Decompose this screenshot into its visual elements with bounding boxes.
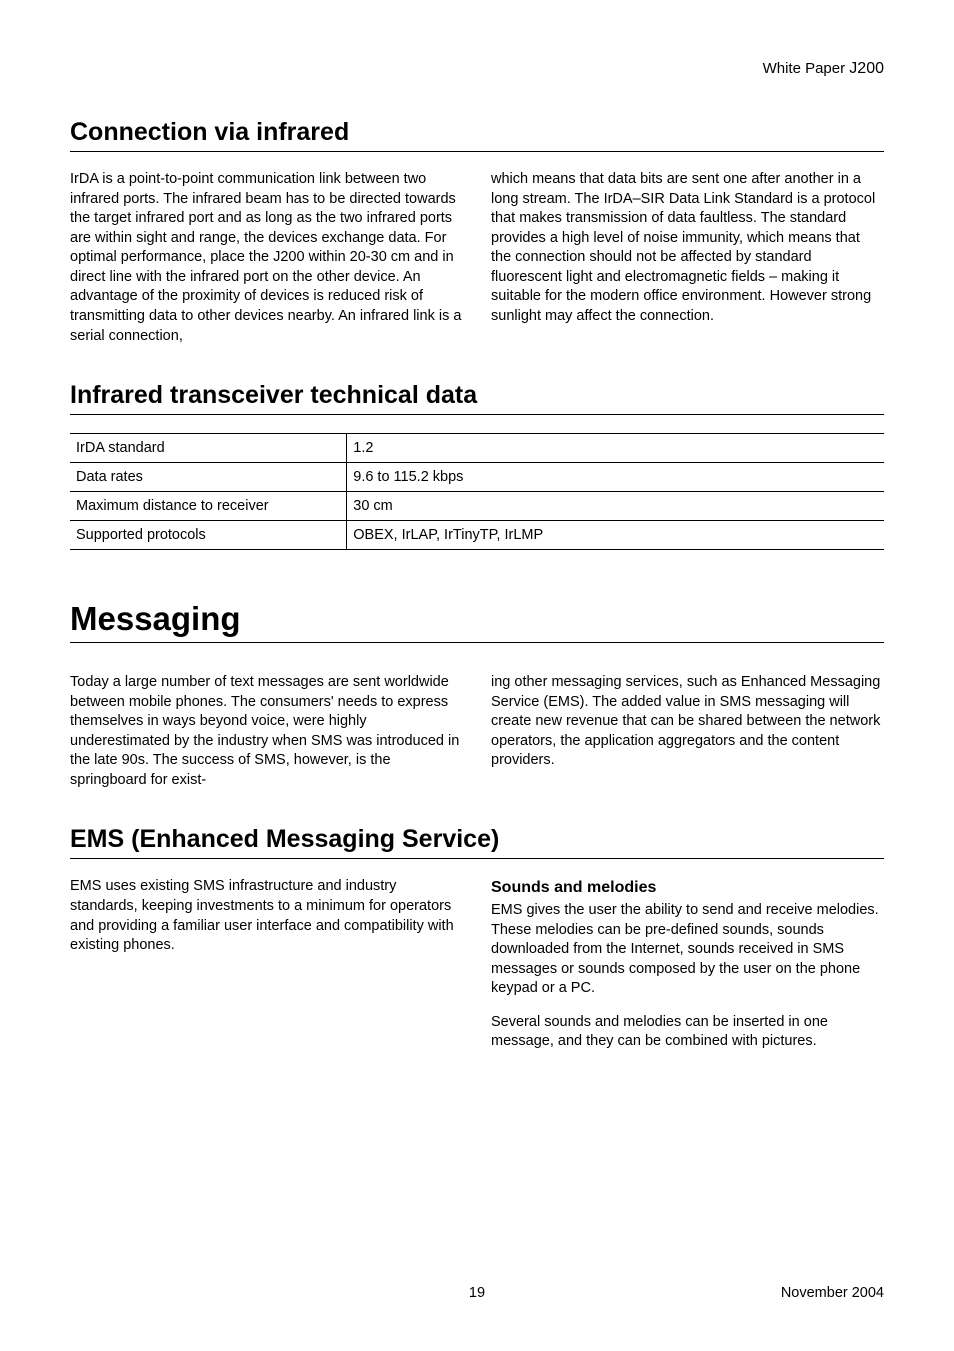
doc-header: White Paper J200 bbox=[70, 60, 884, 78]
table-cell-label: IrDA standard bbox=[70, 434, 347, 463]
chapter-heading-messaging: Messaging bbox=[70, 600, 884, 643]
page-number: 19 bbox=[469, 1285, 485, 1301]
table-row: Supported protocols OBEX, IrLAP, IrTinyT… bbox=[70, 521, 884, 550]
messaging-col1: Today a large number of text messages ar… bbox=[70, 673, 463, 790]
table-cell-value: 9.6 to 115.2 kbps bbox=[347, 463, 884, 492]
ems-col1: EMS uses existing SMS infrastructure and… bbox=[70, 877, 463, 1052]
table-cell-label: Data rates bbox=[70, 463, 347, 492]
ir-techdata-table: IrDA standard 1.2 Data rates 9.6 to 115.… bbox=[70, 433, 884, 550]
ems-subheading: Sounds and melodies bbox=[491, 877, 884, 899]
doc-id: J200 bbox=[849, 60, 884, 77]
table-cell-value: OBEX, IrLAP, IrTinyTP, IrLMP bbox=[347, 521, 884, 550]
ems-content: EMS uses existing SMS infrastructure and… bbox=[70, 877, 884, 1052]
messaging-col2: ing other messaging services, such as En… bbox=[491, 673, 884, 790]
section-heading-ir-connection: Connection via infrared bbox=[70, 118, 884, 152]
table-cell-value: 1.2 bbox=[347, 434, 884, 463]
footer-date: November 2004 bbox=[781, 1285, 884, 1301]
ems-col2: Sounds and melodies EMS gives the user t… bbox=[491, 877, 884, 1052]
section-heading-ir-techdata: Infrared transceiver technical data bbox=[70, 381, 884, 415]
page-footer: 19 November 2004 bbox=[70, 1285, 884, 1301]
ir-connection-content: IrDA is a point-to-point communication l… bbox=[70, 170, 884, 346]
ir-connection-col2: which means that data bits are sent one … bbox=[491, 170, 884, 346]
table-cell-label: Supported protocols bbox=[70, 521, 347, 550]
table-cell-value: 30 cm bbox=[347, 492, 884, 521]
table-row: IrDA standard 1.2 bbox=[70, 434, 884, 463]
ems-col2-p2: Several sounds and melodies can be inser… bbox=[491, 1013, 884, 1052]
table-row: Data rates 9.6 to 115.2 kbps bbox=[70, 463, 884, 492]
ems-col2-p1: EMS gives the user the ability to send a… bbox=[491, 901, 884, 999]
table-cell-label: Maximum distance to receiver bbox=[70, 492, 347, 521]
section-heading-ems: EMS (Enhanced Messaging Service) bbox=[70, 825, 884, 859]
ir-connection-col1: IrDA is a point-to-point communication l… bbox=[70, 170, 463, 346]
doc-label: White Paper bbox=[763, 60, 850, 77]
table-row: Maximum distance to receiver 30 cm bbox=[70, 492, 884, 521]
messaging-content: Today a large number of text messages ar… bbox=[70, 673, 884, 790]
